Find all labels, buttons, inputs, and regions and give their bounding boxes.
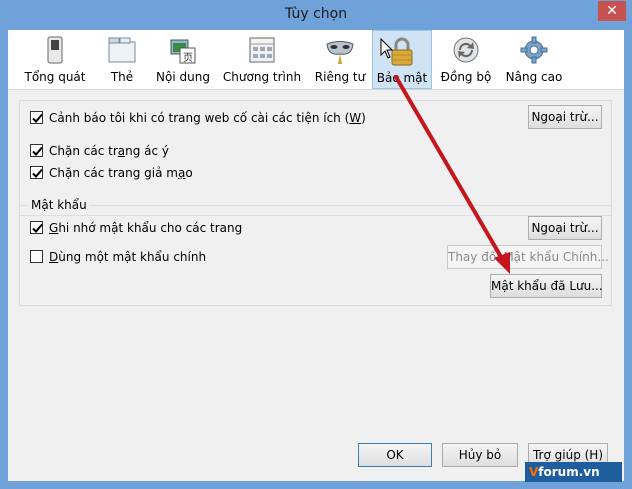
watermark-logo: Vforum.vn — [525, 462, 622, 482]
annotation-arrow — [394, 75, 510, 274]
options-window: Tùy chọn ✕ Tổng quát Thẻ 页 Nội dung Chươ… — [0, 0, 632, 489]
mouse-cursor-icon — [380, 38, 394, 59]
